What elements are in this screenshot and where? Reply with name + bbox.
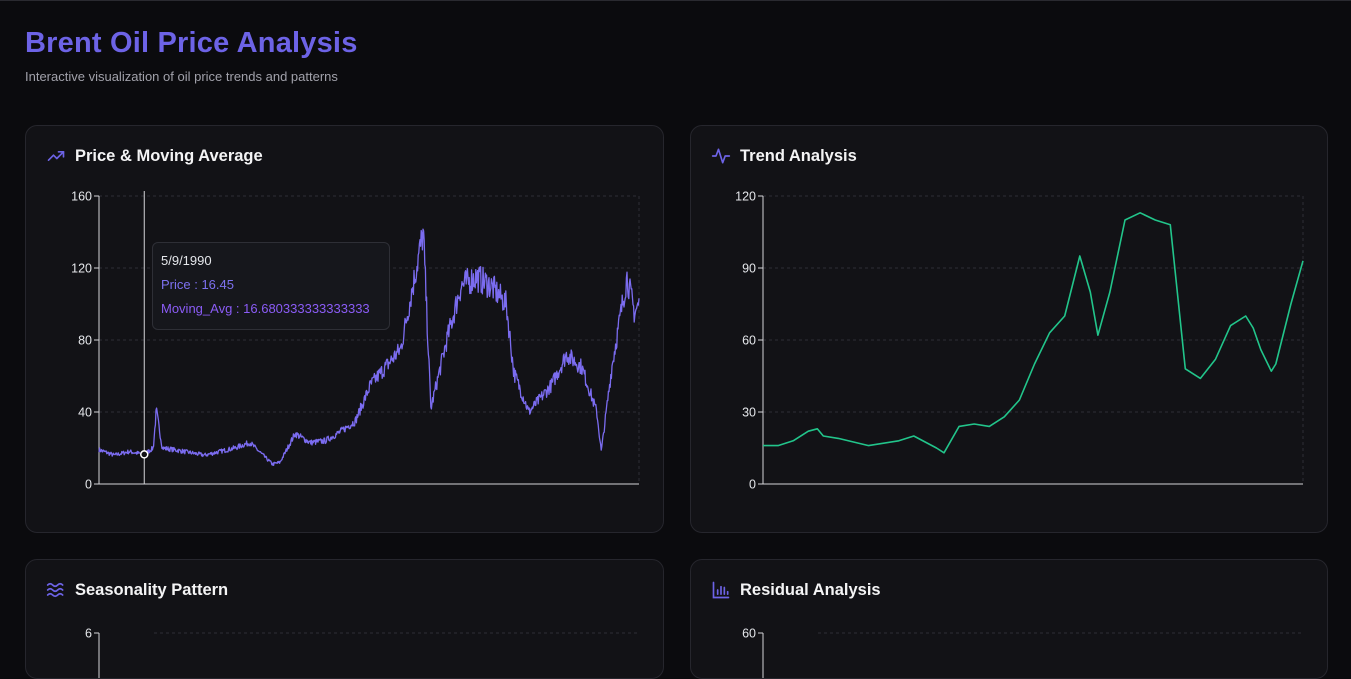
residual-card: Residual Analysis 60	[690, 559, 1328, 679]
y-tick-label: 6	[85, 627, 92, 641]
residual-chart[interactable]: 60	[691, 560, 1328, 679]
page-subtitle: Interactive visualization of oil price t…	[25, 69, 338, 84]
y-tick-label: 90	[742, 262, 756, 276]
seasonality-chart[interactable]: 6	[26, 560, 664, 679]
seasonality-card: Seasonality Pattern 6	[25, 559, 664, 679]
y-tick-label: 40	[78, 406, 92, 420]
hover-point	[140, 450, 149, 459]
price-moving-average-card: Price & Moving Average 0 40 80 120 160 5/9/1…	[25, 125, 664, 533]
y-tick-label: 60	[742, 627, 756, 641]
y-tick-label: 80	[78, 334, 92, 348]
y-tick-label: 160	[71, 190, 92, 204]
page-title: Brent Oil Price Analysis	[25, 27, 358, 59]
tooltip-date: 5/9/1990	[161, 253, 212, 268]
y-tick-label: 120	[71, 262, 92, 276]
tooltip-moving-avg: Moving_Avg : 16.680333333333333	[161, 301, 370, 316]
y-tick-label: 0	[85, 478, 92, 492]
trend-series-line	[763, 212, 1304, 454]
trend-analysis-card: Trend Analysis 0 30 60 90 120	[690, 125, 1328, 533]
tooltip-price: Price : 16.45	[161, 277, 234, 292]
y-tick-label: 0	[749, 478, 756, 492]
y-tick-label: 60	[742, 334, 756, 348]
y-tick-label: 120	[735, 190, 756, 204]
trend-chart[interactable]: 0 30 60 90 120	[691, 126, 1328, 533]
y-tick-label: 30	[742, 406, 756, 420]
chart-tooltip: 5/9/1990 Price : 16.45 Moving_Avg : 16.6…	[152, 242, 390, 330]
